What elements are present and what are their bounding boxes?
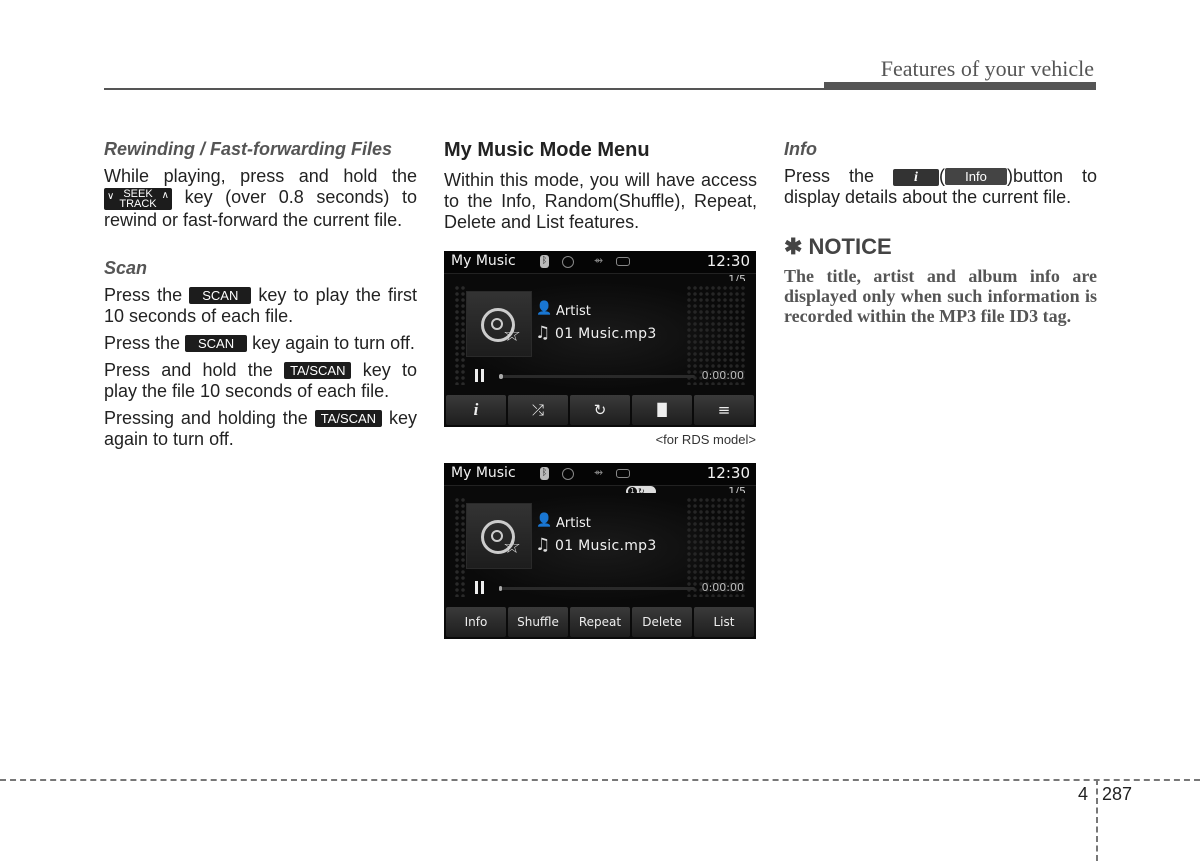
shuffle-icon: ⤮ — [531, 401, 544, 419]
list-button[interactable]: List — [694, 607, 754, 637]
scan-key: SCAN — [189, 287, 252, 304]
info-heading: Info — [784, 139, 817, 159]
column-rewind-scan: Rewinding / Fast-forwarding Files While … — [104, 138, 417, 456]
footer-rule — [0, 779, 1200, 781]
header-rule — [104, 88, 824, 90]
my-music-intro: Within this mode, you will have access t… — [444, 170, 757, 232]
scan-paragraph-1: Press the SCAN key to play the first 10 … — [104, 285, 417, 326]
star-icon: ☆ — [503, 534, 521, 558]
header-bar — [824, 82, 1096, 90]
column-my-music: My Music Mode Menu Within this mode, you… — [444, 138, 757, 239]
ta-scan-key: TA/SCAN — [314, 410, 383, 427]
scan-key: SCAN — [185, 335, 248, 352]
clock: 12:30 — [706, 464, 750, 482]
info-key: Info — [944, 168, 1007, 185]
shuffle-button[interactable]: Shuffle — [508, 607, 568, 637]
list-button[interactable]: ≡ — [694, 395, 754, 425]
button-bar: i ⤮ ↻ █ ≡ — [446, 395, 754, 425]
music-note-icon: ♫ — [535, 535, 551, 555]
screen-title: My Music — [451, 465, 516, 481]
page-number: 287 — [1102, 784, 1133, 804]
file-name: 01 Music.mp3 — [555, 326, 657, 342]
pause-icon[interactable] — [475, 369, 485, 382]
chevron-down-icon: ∨ — [107, 191, 115, 202]
star-icon: ☆ — [503, 322, 521, 346]
info-button[interactable]: Info — [446, 607, 506, 637]
artist-label: Artist — [556, 516, 591, 531]
chevron-up-icon: ∧ — [161, 190, 169, 201]
my-music-screen: My Music ᛒ ⇴ 12:30 1 ↻ 1/5 ☆ 👤 Artist ♫ 0… — [444, 463, 756, 639]
file-name: 01 Music.mp3 — [555, 538, 657, 554]
notice-body: The title, artist and album info are dis… — [784, 266, 1097, 326]
scan-heading: Scan — [104, 258, 148, 278]
rewind-paragraph: While playing, press and hold the ∨ SEEK… — [104, 166, 417, 230]
screen-title: My Music — [451, 253, 516, 269]
my-music-screen-rds: My Music ᛒ ⇴ 12:30 1/5 ☆ 👤 Artist ♫ 01 M… — [444, 251, 756, 427]
screen-caption: <for RDS model> — [655, 432, 756, 447]
album-art: ☆ — [466, 291, 532, 357]
shuffle-button[interactable]: ⤮ — [508, 395, 568, 425]
section-title: Features of your vehicle — [880, 56, 1094, 81]
chapter-number: 4 — [1077, 784, 1088, 804]
info-i-key: i — [892, 169, 939, 186]
music-note-icon: ♫ — [535, 323, 551, 343]
repeat-button[interactable]: Repeat — [570, 607, 630, 637]
album-art: ☆ — [466, 503, 532, 569]
elapsed-time: 0:00:00 — [701, 581, 744, 594]
disc-icon — [562, 468, 574, 480]
elapsed-time: 0:00:00 — [701, 369, 744, 382]
aux-icon — [616, 257, 630, 266]
notice-heading: ✱ NOTICE — [784, 234, 892, 259]
pause-icon[interactable] — [475, 581, 485, 594]
progress-bar[interactable] — [499, 586, 695, 591]
artist-label: Artist — [556, 304, 591, 319]
clock: 12:30 — [706, 252, 750, 270]
person-icon: 👤 — [536, 301, 553, 316]
footer-divider — [1096, 779, 1098, 861]
aux-icon — [616, 469, 630, 478]
info-icon: i — [473, 400, 479, 419]
scan-paragraph-4: Pressing and holding the TA/SCAN key aga… — [104, 408, 417, 449]
delete-button[interactable]: █ — [632, 395, 692, 425]
info-paragraph: Press the i(Info)button to display detai… — [784, 166, 1097, 207]
ta-scan-key: TA/SCAN — [284, 362, 352, 379]
rewind-heading: Rewinding / Fast-forwarding Files — [104, 139, 393, 159]
scan-paragraph-2: Press the SCAN key again to turn off. — [104, 333, 415, 353]
column-info-notice: Info Press the i(Info)button to display … — [784, 138, 1097, 326]
progress-fill — [499, 374, 503, 379]
seek-track-key: ∨ SEEK TRACK ∧ — [104, 188, 172, 210]
list-icon: ≡ — [717, 401, 731, 419]
repeat-button[interactable]: ↻ — [570, 395, 630, 425]
bluetooth-icon: ᛒ — [540, 467, 549, 480]
scan-paragraph-3: Press and hold the TA/SCAN key to play t… — [104, 360, 417, 401]
progress-bar[interactable] — [499, 374, 695, 379]
repeat-icon: ↻ — [593, 401, 607, 419]
delete-button[interactable]: Delete — [632, 607, 692, 637]
usb-icon: ⇴ — [594, 466, 604, 479]
disc-icon — [562, 256, 574, 268]
usb-icon: ⇴ — [594, 254, 604, 267]
button-bar: Info Shuffle Repeat Delete List — [446, 607, 754, 637]
progress-fill — [499, 586, 502, 591]
info-button[interactable]: i — [446, 395, 506, 425]
person-icon: 👤 — [536, 513, 553, 528]
trash-icon: █ — [657, 403, 667, 417]
my-music-heading: My Music Mode Menu — [444, 139, 650, 161]
bluetooth-icon: ᛒ — [540, 255, 549, 268]
